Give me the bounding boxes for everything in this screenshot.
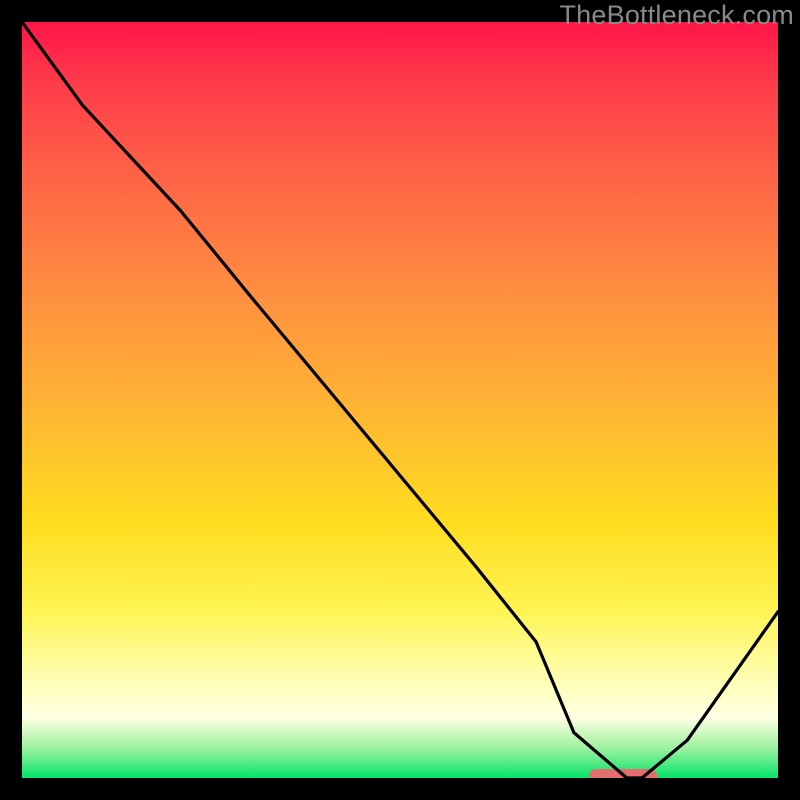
plot-area [22,22,778,778]
chart-svg [22,22,778,778]
watermark-text: TheBottleneck.com [559,0,794,31]
curve-path [22,22,778,778]
chart-frame: TheBottleneck.com [0,0,800,800]
